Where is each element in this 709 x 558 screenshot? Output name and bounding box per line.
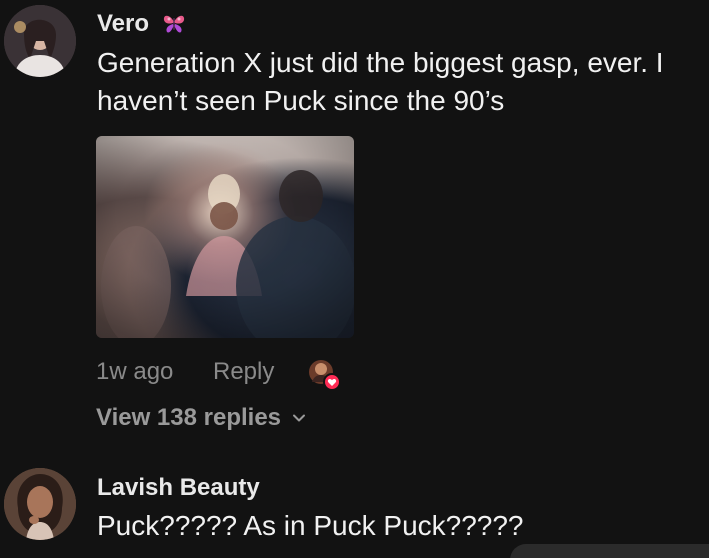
comment-username[interactable]: Lavish Beauty: [97, 474, 260, 502]
comment-text: Puck????? As in Puck Puck?????: [97, 510, 524, 541]
avatar[interactable]: [4, 468, 76, 540]
reply-button[interactable]: Reply: [213, 358, 274, 386]
butterfly-icon: [163, 15, 185, 33]
comment-attached-image[interactable]: [96, 136, 354, 338]
comment-username[interactable]: Vero: [97, 10, 149, 38]
comment-timestamp: 1w ago: [96, 358, 174, 385]
avatar-lavish-beauty-image: [4, 468, 76, 540]
comment-text: Generation X just did the biggest gasp, …: [97, 47, 664, 116]
comment-input-bar-edge: [510, 544, 709, 558]
blurred-photo-image: [96, 136, 354, 338]
creator-heart-icon: [309, 360, 341, 391]
comments-panel: Vero Generation X just did the biggest g…: [0, 0, 709, 558]
avatar-vero-image: [4, 5, 76, 77]
avatar[interactable]: [4, 5, 76, 77]
view-replies-label: View 138 replies: [96, 404, 282, 431]
view-replies-button[interactable]: View 138 replies: [96, 404, 307, 432]
chevron-down-icon: [293, 414, 306, 422]
